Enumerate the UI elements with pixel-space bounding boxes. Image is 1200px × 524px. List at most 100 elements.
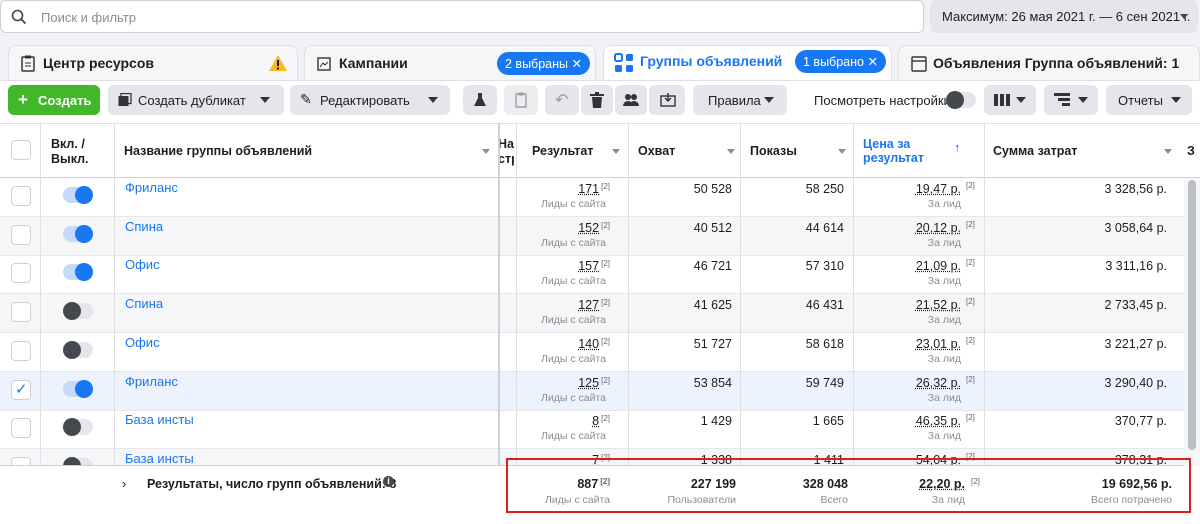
toggle-knob: [63, 302, 81, 320]
paste-button[interactable]: [504, 85, 538, 115]
col-cost-header[interactable]: Цена за результат: [863, 137, 933, 165]
date-range-label: Максимум: 26 мая 2021 г. — 6 сен 2021 г.: [942, 9, 1191, 24]
tab-resource-center[interactable]: Центр ресурсов: [8, 45, 298, 81]
close-icon[interactable]: ✕: [867, 55, 877, 69]
toggle-knob: [946, 91, 964, 109]
close-icon[interactable]: ✕: [572, 57, 582, 71]
tab-ads[interactable]: Объявления Группа объявлений: 1: [898, 45, 1200, 81]
ab-test-button[interactable]: [463, 85, 497, 115]
ad-set-name-link[interactable]: Офис: [125, 335, 160, 350]
chevron-down-icon[interactable]: [260, 97, 270, 103]
folder-icon: [317, 57, 331, 71]
divider: [498, 123, 500, 524]
row-toggle[interactable]: [63, 225, 93, 243]
col-reach-header[interactable]: Охват: [638, 144, 675, 158]
row-toggle[interactable]: [63, 418, 93, 436]
cost-value: 46,35 р.: [853, 414, 961, 428]
footnote: [2]: [601, 221, 610, 230]
chevron-right-icon[interactable]: ›: [122, 476, 126, 491]
ad-set-name-link[interactable]: Спина: [125, 219, 163, 234]
col-impressions-header[interactable]: Показы: [750, 144, 797, 158]
view-settings-toggle[interactable]: [946, 91, 976, 109]
sort-icon[interactable]: [838, 149, 846, 154]
info-icon[interactable]: i: [383, 476, 394, 487]
create-label: Создать: [38, 93, 92, 108]
search-bar[interactable]: Поиск и фильтр: [0, 0, 924, 33]
row-toggle[interactable]: [63, 263, 93, 281]
columns-button[interactable]: [984, 85, 1036, 115]
toggle-knob: [75, 225, 93, 243]
table-row[interactable]: Фриланс 171 [2] Лиды с сайта 50 528 58 250 19,…: [0, 178, 1184, 217]
undo-button[interactable]: ↶: [545, 85, 579, 115]
row-checkbox[interactable]: ✓: [11, 380, 31, 400]
ad-set-name-link[interactable]: База инсты: [125, 412, 194, 427]
row-checkbox[interactable]: [11, 302, 31, 322]
table-row[interactable]: База инсты 8 [2] Лиды с сайта 1 429 1 665 46,3…: [0, 410, 1184, 449]
delete-button[interactable]: [581, 85, 613, 115]
col-spend-header[interactable]: Сумма затрат: [993, 144, 1077, 158]
export-button[interactable]: [649, 85, 685, 115]
sort-icon[interactable]: [727, 149, 735, 154]
ad-icon: [911, 56, 927, 72]
ad-set-name-link[interactable]: Фриланс: [125, 374, 178, 389]
reach-value: 46 721: [693, 259, 732, 273]
selection-chip[interactable]: 2 выбраны ✕: [497, 52, 590, 75]
reach-value: 53 854: [693, 376, 732, 390]
edit-button[interactable]: ✎ Редактировать: [290, 85, 450, 115]
date-range-picker[interactable]: Максимум: 26 мая 2021 г. — 6 сен 2021 г.: [930, 0, 1198, 33]
flask-icon: [474, 93, 486, 106]
tab-label: Группы объявлений: [640, 53, 783, 69]
table-row[interactable]: ✓ Фриланс 125 [2] Лиды с сайта 53 854 59 749 26…: [0, 372, 1184, 411]
col-onoff-header[interactable]: Вкл. / Выкл.: [51, 137, 101, 167]
col-result-header[interactable]: Результат: [532, 144, 593, 158]
table-row[interactable]: Офис 140 [2] Лиды с сайта 51 727 58 618 23,01 …: [0, 333, 1184, 372]
warning-icon[interactable]: [268, 54, 288, 72]
table-row[interactable]: Спина 127 [2] Лиды с сайта 41 625 46 431 21,52…: [0, 294, 1184, 333]
breakdown-button[interactable]: [1044, 85, 1098, 115]
sort-ascending-icon[interactable]: ↑: [954, 140, 961, 155]
row-checkbox[interactable]: [11, 341, 31, 361]
result-sub: Лиды с сайта: [541, 198, 606, 210]
divider: [114, 123, 115, 524]
ad-set-name-link[interactable]: Спина: [125, 296, 163, 311]
table-row[interactable]: Спина 152 [2] Лиды с сайта 40 512 44 614 20,12…: [0, 217, 1184, 256]
toggle-knob: [63, 341, 81, 359]
scrollbar-thumb[interactable]: [1188, 180, 1196, 450]
table-row[interactable]: Офис 157 [2] Лиды с сайта 46 721 57 310 21,09 …: [0, 255, 1184, 294]
create-button[interactable]: + Создать: [8, 85, 100, 115]
row-checkbox[interactable]: [11, 263, 31, 283]
row-checkbox[interactable]: [11, 418, 31, 438]
vertical-scrollbar[interactable]: [1184, 178, 1200, 466]
grid-icon: [614, 53, 633, 72]
row-toggle[interactable]: [63, 341, 93, 359]
search-placeholder: Поиск и фильтр: [41, 10, 136, 25]
col-name-header[interactable]: Название группы объявлений: [124, 144, 312, 158]
cost-number: 20,12 р.: [915, 221, 961, 235]
tab-campaigns[interactable]: Кампании 2 выбраны ✕: [304, 45, 596, 81]
sort-icon[interactable]: [612, 149, 620, 154]
edit-label: Редактировать: [320, 93, 410, 108]
selection-chip[interactable]: 1 выбрано ✕: [795, 50, 886, 73]
col-extra-header[interactable]: З: [1187, 144, 1200, 158]
select-all-checkbox[interactable]: [11, 140, 31, 160]
reach-value: 1 429: [700, 414, 732, 428]
col-delivery-header[interactable]: На стр: [498, 137, 514, 167]
sort-icon[interactable]: [482, 149, 490, 154]
result-number: 8: [592, 414, 600, 428]
chevron-down-icon[interactable]: [428, 97, 438, 103]
ad-set-name-link[interactable]: Офис: [125, 257, 160, 272]
duplicate-button[interactable]: Создать дубликат: [108, 85, 284, 115]
row-checkbox[interactable]: [11, 186, 31, 206]
ad-set-name-link[interactable]: Фриланс: [125, 180, 178, 195]
row-toggle[interactable]: [63, 302, 93, 320]
tab-ad-sets[interactable]: Группы объявлений 1 выбрано ✕: [603, 45, 892, 85]
row-toggle[interactable]: [63, 380, 93, 398]
row-checkbox[interactable]: [11, 225, 31, 245]
ad-set-name-link[interactable]: База инсты: [125, 451, 194, 466]
row-toggle[interactable]: [63, 186, 93, 204]
sort-icon[interactable]: [1164, 149, 1172, 154]
rules-button[interactable]: Правила: [693, 85, 787, 115]
audience-button[interactable]: [615, 85, 647, 115]
reports-button[interactable]: Отчеты: [1106, 85, 1192, 115]
impressions-value: 57 310: [805, 259, 844, 273]
